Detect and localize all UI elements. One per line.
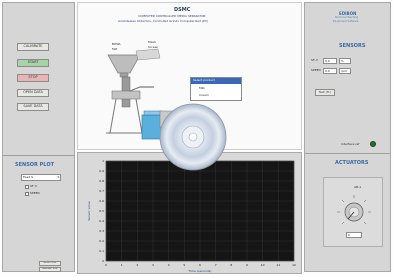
product-dropdown[interactable]: Select product Milk Cream (190, 77, 242, 101)
chart-y-tick: 0.8 (99, 179, 104, 183)
left-divider (3, 155, 74, 156)
sensor-checkbox-2-label: SPEED (30, 191, 40, 195)
chevron-down-icon: ▾ (57, 175, 59, 179)
sensor2-label: SPEED (311, 68, 321, 72)
chart-x-axis-label: Time (seconds) (188, 269, 212, 273)
right-panel: EDIBON Technical Teaching Equipment Soft… (304, 2, 391, 272)
sensor1-unit: % (339, 58, 351, 64)
sensor-checkbox-1-label: SF-3 (30, 184, 37, 188)
mesh-label: Mesh (148, 40, 156, 44)
knob-value-field[interactable]: 0 (346, 232, 362, 238)
outlet-pipe (129, 86, 154, 92)
chart-x-tick: 11 (276, 263, 280, 267)
mesh-box (135, 48, 161, 61)
sensor-plot-select-value: Feed S (23, 175, 34, 179)
chart-x-tick: 2 (136, 263, 138, 267)
hopper-sublabel: FeE (112, 47, 118, 51)
knob-dial[interactable] (334, 192, 374, 228)
sensor2-unit: rpm (339, 68, 351, 74)
chart-y-tick: 0.2 (99, 239, 104, 243)
chart-y-tick: 0 (102, 259, 104, 263)
actuator-box: AB-1 0 (323, 177, 383, 247)
chart-x-tick: 8 (230, 263, 232, 267)
chart-y-tick: 0.5 (99, 209, 104, 213)
open-data-button[interactable]: OPEN DATA (17, 89, 49, 97)
mesh-sublabel: Screen (148, 45, 159, 49)
sensor-plot-title: SENSOR PLOT (15, 162, 54, 168)
dropdown-option-select[interactable]: Select product (191, 78, 241, 84)
calibrate-button[interactable]: CALIBRATE (17, 43, 49, 51)
left-panel: CALIBRATE START STOP OPEN DATA SAVE DATA… (2, 2, 75, 272)
sensor-checkbox-2[interactable] (25, 192, 29, 196)
chart-y-tick: 0.4 (99, 219, 104, 223)
chart-y-tick: 0.9 (99, 169, 104, 173)
chart-x-tick: 7 (215, 263, 217, 267)
chart-y-tick: 0.3 (99, 229, 104, 233)
right-divider (305, 153, 390, 154)
hopper-label: BOWL (112, 42, 122, 46)
hopper-shape (107, 54, 141, 74)
sensor1-label: SF-3 (311, 58, 318, 62)
chart-y-tick: 0.6 (99, 199, 104, 203)
interface-label: Interface ref (341, 142, 360, 146)
save-data-button[interactable]: SAVE DATA (17, 103, 49, 111)
sensors-title: SENSORS (339, 43, 366, 49)
stop-button[interactable]: STOP (17, 74, 49, 82)
start-button[interactable]: START (17, 59, 49, 67)
chart-x-tick: 0 (105, 263, 107, 267)
stand-leg-right (135, 98, 143, 134)
chart-y-tick: 0.1 (99, 249, 104, 253)
chart-y-axis-label: Sensor value (87, 201, 91, 221)
zoom-plot-button[interactable]: Zoom Plot (39, 261, 61, 266)
app-window: CALIBRATE START STOP OPEN DATA SAVE DATA… (0, 0, 393, 277)
chart-x-tick: 1 (121, 263, 123, 267)
sensor2-value: 0.0 (323, 68, 337, 74)
chart-y-tick: 1 (102, 159, 104, 163)
chart-y-tick: 0.7 (99, 189, 104, 193)
knob-label: AB-1 (354, 185, 362, 189)
test-button[interactable]: Test (H.) (315, 89, 335, 96)
separator-body (111, 90, 141, 100)
chart-x-tick: 10 (261, 263, 265, 267)
dropdown-option-milk[interactable]: Milk (199, 87, 205, 90)
stand-leg-left (109, 98, 117, 134)
chart-x-tick: 12 (292, 263, 296, 267)
chart-x-tick: 3 (152, 263, 154, 267)
refresh-plot-button[interactable]: Refresh Plot (39, 267, 61, 272)
interface-led-icon (370, 141, 376, 147)
disc-hole (188, 132, 198, 142)
chart-x-tick: 6 (199, 263, 201, 267)
hopper-neck (119, 72, 129, 78)
cd-disc-icon (159, 103, 227, 171)
sensor-checkbox-1[interactable] (25, 185, 29, 189)
chart-x-tick: 5 (183, 263, 185, 267)
sensor-plot-select[interactable]: Feed S ▾ (21, 174, 61, 181)
chart-x-tick: 9 (246, 263, 248, 267)
chart-x-tick: 4 (168, 263, 170, 267)
brand-subtitle-2: Equipment Software (333, 20, 359, 23)
dropdown-option-cream[interactable]: Cream (199, 94, 209, 97)
actuators-title: ACTUATORS (335, 160, 369, 166)
sensor1-value: 0.0 (323, 58, 337, 64)
